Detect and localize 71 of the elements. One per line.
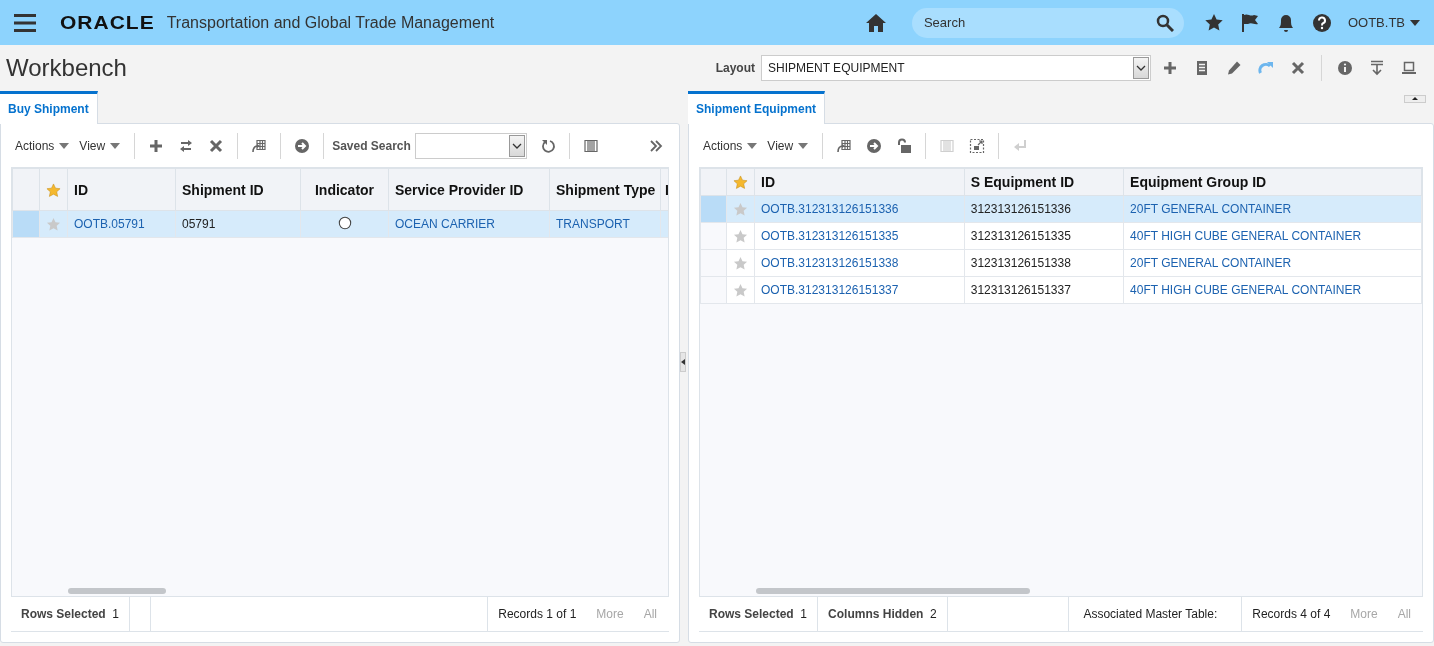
- saved-search-label: Saved Search: [332, 138, 411, 153]
- table-link[interactable]: OOTB.312313126151336: [754, 195, 965, 223]
- column-header[interactable]: Service Provider ID: [388, 168, 550, 211]
- table-link[interactable]: OOTB.312313126151337: [754, 276, 965, 304]
- caret-icon: [59, 142, 70, 149]
- table-link[interactable]: OOTB.05791: [67, 210, 176, 238]
- collapse-button[interactable]: [1404, 94, 1426, 103]
- saved-search-select[interactable]: [414, 132, 527, 159]
- logo: ORACLE: [60, 12, 155, 33]
- table-link[interactable]: 20FT GENERAL CONTAINER: [1123, 195, 1422, 223]
- columns-hidden-status: Columns Hidden 2: [818, 597, 948, 631]
- rows-selected-status: Rows Selected 1: [11, 597, 131, 631]
- star-icon[interactable]: [1203, 12, 1224, 33]
- radio-button[interactable]: [337, 215, 352, 230]
- chevron-down-icon: [511, 142, 522, 149]
- rows-selected-status: Rows Selected 1: [699, 597, 819, 631]
- user-menu[interactable]: OOTB.TB: [1347, 15, 1420, 30]
- star-icon[interactable]: [733, 255, 749, 271]
- column-header[interactable]: ID: [67, 168, 176, 211]
- layout-select[interactable]: SHIPMENT EQUIPMENT: [761, 54, 1151, 81]
- layout-label: Layout: [715, 60, 755, 75]
- column-header[interactable]: Indicator: [300, 168, 389, 211]
- scrollbar[interactable]: [756, 588, 1030, 594]
- table-cell: 312313126151338: [964, 249, 1124, 277]
- table-cell: 312313126151337: [964, 276, 1124, 304]
- caret-icon: [110, 142, 121, 149]
- flag-icon[interactable]: [1239, 12, 1260, 33]
- menu-button[interactable]: View: [79, 138, 121, 153]
- search-icon[interactable]: [1155, 13, 1174, 32]
- favorite-star-icon[interactable]: [46, 182, 61, 198]
- table-link[interactable]: 40FT HIGH CUBE GENERAL CONTAINER: [1123, 222, 1422, 250]
- table-link[interactable]: 20FT GENERAL CONTAINER: [1123, 249, 1422, 277]
- splitter-handle[interactable]: [680, 352, 686, 372]
- table-link[interactable]: OCEAN CARRIER: [388, 210, 550, 238]
- menu-button[interactable]: Actions: [703, 138, 758, 153]
- caret-icon: [798, 142, 809, 149]
- chevron-down-icon: [1136, 64, 1146, 71]
- column-header[interactable]: ID: [754, 168, 965, 196]
- star-icon[interactable]: [733, 282, 749, 298]
- table-link[interactable]: OOTB.312313126151338: [754, 249, 965, 277]
- column-header[interactable]: Equipment Group ID: [1123, 168, 1422, 196]
- menu-button[interactable]: View: [767, 138, 809, 153]
- scrollbar[interactable]: [68, 588, 166, 594]
- home-icon[interactable]: [865, 13, 886, 32]
- caret-up-icon: [1412, 97, 1418, 100]
- table-cell: 312313126151335: [964, 222, 1124, 250]
- help-icon[interactable]: [1311, 12, 1332, 33]
- panel-tab[interactable]: Buy Shipment: [0, 91, 98, 124]
- table-link[interactable]: TRANSPORT: [549, 210, 661, 238]
- star-icon[interactable]: [46, 216, 61, 232]
- app-title: Transportation and Global Trade Management: [166, 13, 495, 32]
- search-field[interactable]: Search: [911, 7, 1184, 38]
- column-header[interactable]: Shipment ID: [175, 168, 301, 211]
- table-cell: 05791: [175, 210, 301, 238]
- records-count: Records 1 of 1: [498, 607, 577, 621]
- records-count: Records 4 of 4: [1252, 607, 1331, 621]
- menu-icon[interactable]: [14, 13, 36, 32]
- favorite-star-icon[interactable]: [733, 175, 749, 191]
- caret-icon: [747, 142, 758, 149]
- table-link[interactable]: 40FT HIGH CUBE GENERAL CONTAINER: [1123, 276, 1422, 304]
- column-header[interactable]: Shipment Type: [549, 168, 661, 211]
- star-icon[interactable]: [733, 201, 749, 217]
- panel-tab[interactable]: Shipment Equipment: [688, 91, 825, 124]
- star-icon[interactable]: [733, 228, 749, 244]
- associated-table-label: Associated Master Table:: [1068, 597, 1242, 631]
- column-header[interactable]: S Equipment ID: [964, 168, 1124, 196]
- table-link[interactable]: OOTB.312313126151335: [754, 222, 965, 250]
- table-cell: 312313126151336: [964, 195, 1124, 223]
- caret-icon: [1410, 19, 1420, 26]
- page-title: Workbench: [6, 53, 128, 82]
- menu-button[interactable]: Actions: [15, 138, 70, 153]
